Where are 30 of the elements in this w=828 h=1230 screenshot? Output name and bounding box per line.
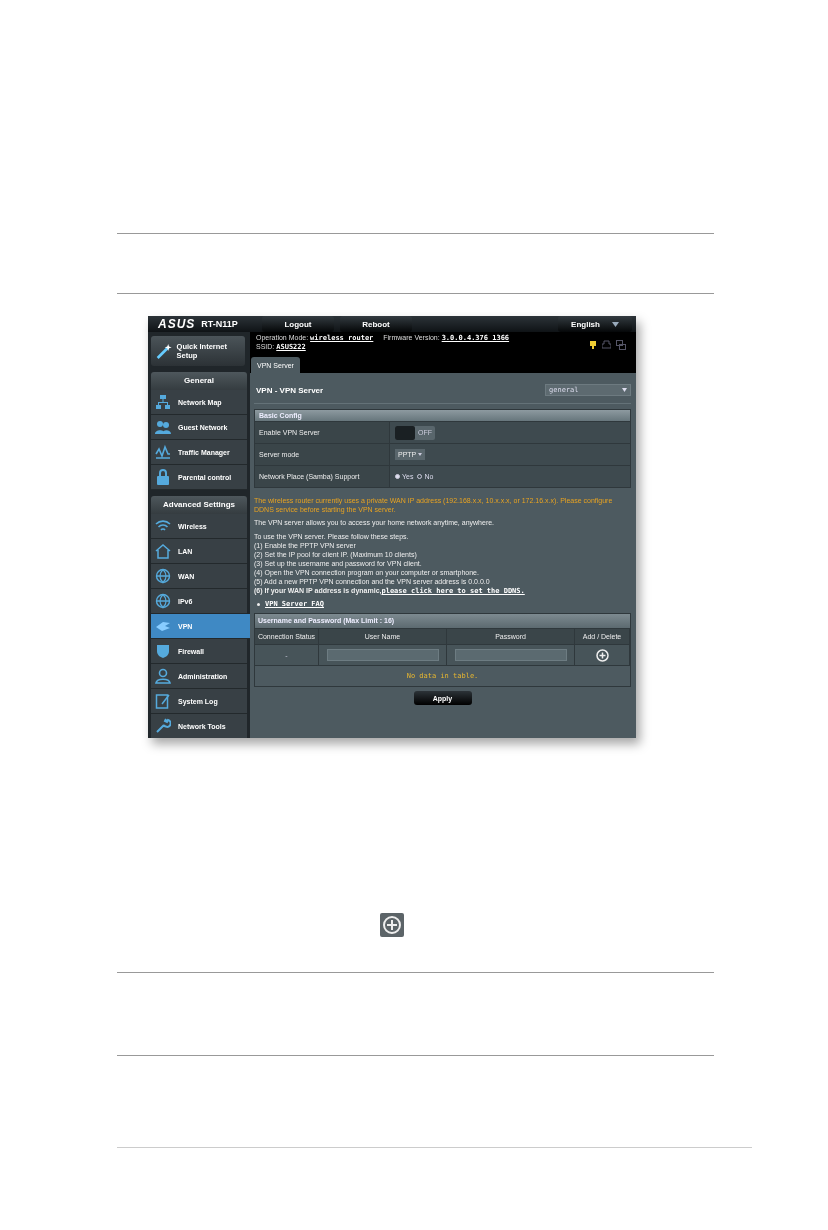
globe-icon	[155, 568, 171, 584]
chart-icon	[155, 444, 171, 460]
caret-icon	[611, 321, 619, 327]
lamp-icon[interactable]	[589, 340, 597, 350]
page-title: VPN - VPN Server	[255, 385, 324, 395]
network-icon	[155, 394, 171, 410]
house-icon	[155, 543, 171, 559]
menu-heading: Advanced Settings	[151, 496, 247, 514]
username-field[interactable]	[326, 649, 439, 661]
wrench-icon	[155, 718, 171, 734]
menu-heading: General	[151, 372, 247, 390]
caret-icon	[418, 453, 423, 456]
caret-icon	[622, 388, 627, 392]
users-icon	[155, 419, 171, 435]
top-button[interactable]: Reboot	[340, 316, 412, 332]
language-select[interactable]: English	[558, 316, 632, 332]
document-icon	[155, 693, 171, 709]
person-icon	[155, 668, 171, 684]
logo: ASUS	[158, 317, 196, 331]
add-icon[interactable]	[595, 648, 609, 662]
globe-icon	[155, 593, 171, 609]
bullet-icon	[257, 602, 260, 606]
top-button[interactable]: Logout	[262, 316, 334, 332]
lock-icon	[155, 469, 171, 485]
model-name: RT-N11P	[201, 319, 238, 329]
shield-icon	[155, 643, 171, 659]
add-icon	[380, 913, 404, 937]
printer-icon[interactable]	[602, 340, 611, 350]
password-field[interactable]	[454, 649, 567, 661]
windows-icon[interactable]	[616, 340, 626, 350]
